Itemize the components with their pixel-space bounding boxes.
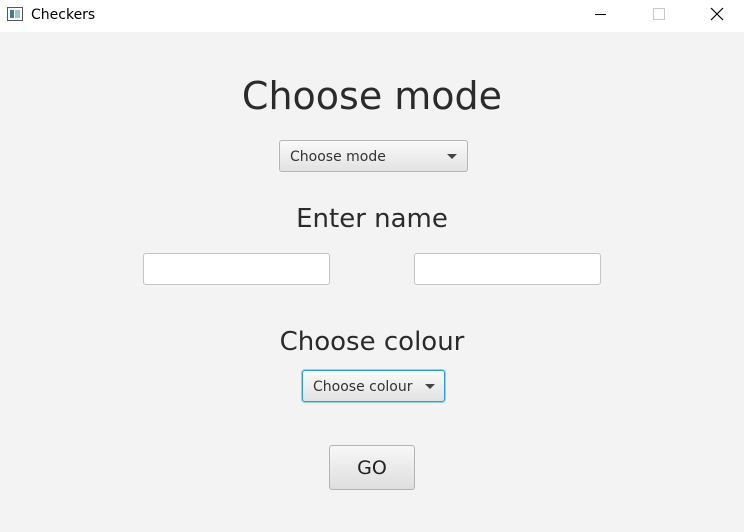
chevron-down-icon [447, 154, 457, 159]
app-icon [7, 7, 23, 21]
chevron-down-icon [425, 384, 435, 389]
minimize-icon [595, 14, 606, 15]
mode-select-value: Choose mode [290, 149, 386, 165]
close-button[interactable] [694, 0, 740, 30]
player-two-name-input[interactable] [414, 253, 601, 285]
title-bar[interactable]: Checkers [0, 0, 744, 32]
go-button[interactable]: GO [329, 445, 415, 490]
enter-name-heading: Enter name [296, 204, 448, 234]
minimize-button[interactable] [577, 0, 623, 30]
main-window: Checkers Choose mode Choose mode Enter n… [0, 0, 744, 532]
maximize-button[interactable] [635, 0, 681, 30]
choose-mode-heading: Choose mode [241, 74, 503, 118]
colour-select-value: Choose colour [313, 379, 413, 395]
player-one-name-input[interactable] [143, 253, 330, 285]
maximize-icon [653, 8, 665, 20]
colour-select[interactable]: Choose colour [302, 370, 445, 402]
close-icon [710, 7, 724, 21]
choose-colour-heading: Choose colour [279, 327, 465, 357]
window-title: Checkers [31, 7, 96, 23]
mode-select[interactable]: Choose mode [279, 140, 468, 172]
